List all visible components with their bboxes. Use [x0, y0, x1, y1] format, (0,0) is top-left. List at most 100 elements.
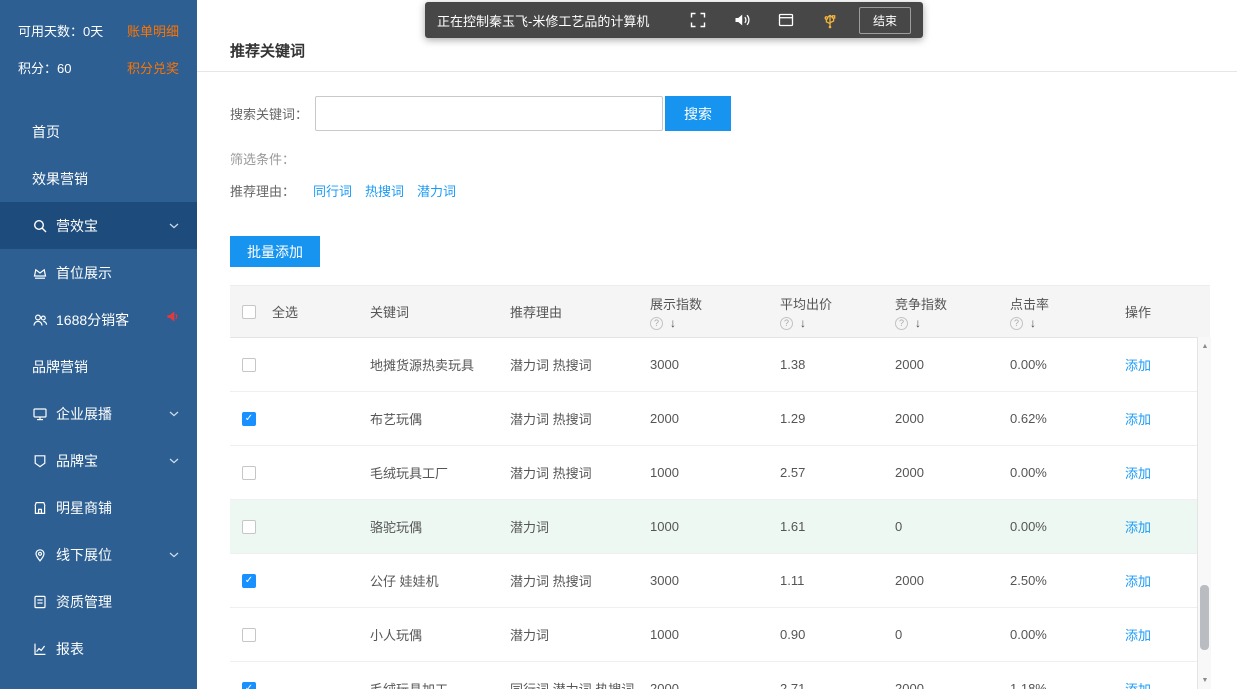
table-row: ✓布艺玩偶潜力词 热搜词20001.2920000.62%添加: [230, 392, 1210, 446]
add-link[interactable]: 添加: [1125, 517, 1151, 536]
add-link[interactable]: 添加: [1125, 463, 1151, 482]
sidebar-item[interactable]: 首页: [0, 108, 197, 155]
table-scrollbar[interactable]: ▲ ▼: [1197, 337, 1211, 689]
people-icon: [32, 312, 56, 328]
sort-desc-icon[interactable]: ↓: [915, 317, 921, 329]
row-checkbox[interactable]: ✓: [242, 574, 256, 588]
help-icon[interactable]: ?: [650, 317, 663, 330]
row-checkbox[interactable]: [242, 358, 256, 372]
ctr-cell: 0.00%: [1000, 338, 1115, 391]
reason-option-link[interactable]: 热搜词: [365, 181, 404, 200]
speaker-icon[interactable]: [733, 11, 751, 29]
sidebar-item[interactable]: 企业展播: [0, 390, 197, 437]
table-row: ✓毛绒玩具加工同行词 潜力词 热搜词20002.7120001.18%添加: [230, 662, 1210, 689]
add-link[interactable]: 添加: [1125, 571, 1151, 590]
column-header[interactable]: 展示指数?↓: [640, 286, 770, 337]
competition-index-cell: 0: [885, 608, 1000, 661]
sidebar-item[interactable]: 线下展位: [0, 531, 197, 578]
sort-desc-icon[interactable]: ↓: [1030, 317, 1036, 329]
sidebar-item-label: 线下展位: [56, 545, 163, 565]
row-checkbox[interactable]: [242, 520, 256, 534]
add-link[interactable]: 添加: [1125, 625, 1151, 644]
help-icon[interactable]: ?: [895, 317, 908, 330]
certificate-icon: [32, 594, 56, 610]
add-link[interactable]: 添加: [1125, 355, 1151, 374]
select-all-label: 全选: [272, 302, 298, 321]
scroll-down-icon[interactable]: ▼: [1198, 673, 1212, 687]
table-row: 地摊货源热卖玩具潜力词 热搜词30001.3820000.00%添加: [230, 338, 1210, 392]
remote-control-text: 正在控制秦玉飞-米修工艺品的计算机: [437, 11, 649, 30]
reason-option-link[interactable]: 同行词: [313, 181, 352, 200]
column-header: 操作: [1115, 286, 1210, 337]
sidebar-item-label: 首页: [32, 122, 179, 142]
display-index-cell: 3000: [640, 338, 770, 391]
app-window: 可用天数：0天 账单明细 积分：60 积分兑奖 首页效果营销营效宝首位展示168…: [0, 0, 1237, 689]
sort-desc-icon[interactable]: ↓: [670, 317, 676, 329]
points-row: 积分：60 积分兑奖: [18, 49, 179, 86]
ctr-cell: 0.62%: [1000, 392, 1115, 445]
sidebar-item-label: 1688分销客: [56, 310, 161, 330]
avg-price-cell: 1.61: [770, 500, 885, 553]
table-row: 毛绒玩具工厂潜力词 热搜词10002.5720000.00%添加: [230, 446, 1210, 500]
scroll-up-icon[interactable]: ▲: [1198, 339, 1212, 353]
sidebar-item[interactable]: 报表: [0, 625, 197, 672]
keyword-cell: 毛绒玩具加工: [360, 662, 500, 689]
sidebar-item[interactable]: 品牌宝: [0, 437, 197, 484]
fullscreen-icon[interactable]: [689, 11, 707, 29]
bill-detail-link[interactable]: 账单明细: [127, 21, 179, 40]
row-checkbox[interactable]: [242, 466, 256, 480]
reason-options: 同行词热搜词潜力词: [313, 181, 456, 200]
reason-cell: 潜力词 热搜词: [500, 446, 640, 499]
select-all-checkbox[interactable]: [242, 305, 256, 319]
horn-badge-icon: [166, 310, 179, 323]
column-header[interactable]: 竞争指数?↓: [885, 286, 1000, 337]
sort-desc-icon[interactable]: ↓: [800, 317, 806, 329]
monitor-icon: [32, 406, 56, 422]
display-index-cell: 1000: [640, 500, 770, 553]
column-header[interactable]: 平均出价?↓: [770, 286, 885, 337]
select-all-header: 全选: [230, 286, 360, 337]
batch-add-button[interactable]: 批量添加: [230, 236, 320, 267]
sidebar-item[interactable]: 首位展示: [0, 249, 197, 296]
search-button[interactable]: 搜索: [665, 96, 731, 131]
points-redeem-link[interactable]: 积分兑奖: [127, 58, 179, 77]
window-icon[interactable]: [777, 11, 795, 29]
search-row: 搜索关键词： 搜索: [230, 96, 731, 131]
display-index-cell: 1000: [640, 608, 770, 661]
add-link[interactable]: 添加: [1125, 679, 1151, 689]
sidebar-item[interactable]: 明星商铺: [0, 484, 197, 531]
table-row: 小人玩偶潜力词10000.9000.00%添加: [230, 608, 1210, 662]
sidebar-item[interactable]: 营效宝: [0, 202, 197, 249]
reason-row: 推荐理由： 同行词热搜词潜力词: [230, 181, 456, 200]
column-header-label: 推荐理由: [510, 302, 562, 321]
help-icon[interactable]: ?: [1010, 317, 1023, 330]
reason-option-link[interactable]: 潜力词: [417, 181, 456, 200]
row-checkbox[interactable]: ✓: [242, 682, 256, 689]
column-header[interactable]: 点击率?↓: [1000, 286, 1115, 337]
column-header: 关键词: [360, 286, 500, 337]
avg-price-cell: 1.38: [770, 338, 885, 391]
help-icon[interactable]: ?: [780, 317, 793, 330]
keyword-search-input[interactable]: [315, 96, 663, 131]
sidebar-menu: 首页效果营销营效宝首位展示 1688分销客品牌营销企业展播品牌宝明星商铺线下展位资…: [0, 108, 197, 672]
shield-icon: [32, 453, 56, 469]
sidebar-item[interactable]: 效果营销: [0, 155, 197, 202]
reason-cell: 潜力词 热搜词: [500, 338, 640, 391]
column-header-label: 操作: [1125, 302, 1151, 321]
remote-bar-icons: [689, 11, 839, 29]
keywords-table: 全选 关键词推荐理由展示指数?↓平均出价?↓竞争指数?↓点击率?↓操作 地摊货源…: [230, 285, 1210, 689]
row-checkbox[interactable]: [242, 628, 256, 642]
end-session-button[interactable]: 结束: [859, 7, 911, 34]
row-checkbox[interactable]: ✓: [242, 412, 256, 426]
table-row: 骆驼玩偶潜力词10001.6100.00%添加: [230, 500, 1210, 554]
transfer-icon[interactable]: [821, 11, 839, 29]
reason-label: 推荐理由：: [230, 181, 313, 200]
chevron-down-icon: [169, 223, 179, 229]
sidebar-item[interactable]: 资质管理: [0, 578, 197, 625]
sidebar-item[interactable]: 1688分销客: [0, 296, 197, 343]
shop-icon: [32, 500, 56, 516]
sidebar-item[interactable]: 品牌营销: [0, 343, 197, 390]
keyword-cell: 小人玩偶: [360, 608, 500, 661]
add-link[interactable]: 添加: [1125, 409, 1151, 428]
scrollbar-thumb[interactable]: [1200, 585, 1209, 650]
